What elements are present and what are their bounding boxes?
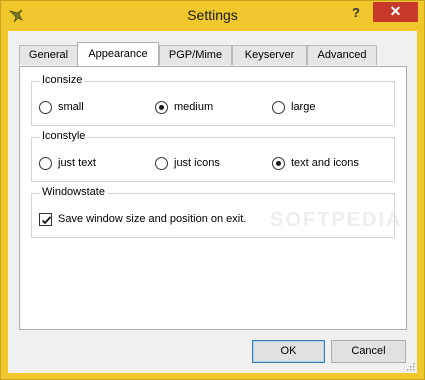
save-window-state-option[interactable]: Save window size and position on exit.	[39, 211, 246, 227]
cancel-button[interactable]: Cancel	[331, 340, 406, 363]
title-bar[interactable]: Settings ? ✕	[1, 1, 424, 31]
resize-grip-icon[interactable]	[405, 361, 415, 371]
iconstyle-group-label: Iconstyle	[40, 130, 88, 142]
dialog-client-area: General Appearance PGP/Mime Keyserver Ad…	[8, 31, 417, 373]
iconstyle-just-text-option[interactable]: just text	[39, 155, 96, 171]
iconsize-large-option[interactable]: large	[272, 99, 315, 115]
tab-keyserver[interactable]: Keyserver	[232, 45, 307, 65]
tab-appearance[interactable]: Appearance	[77, 42, 159, 66]
option-label: just icons	[174, 157, 220, 169]
windowstate-group-label: Windowstate	[40, 186, 107, 198]
radio-button-selected[interactable]	[155, 100, 168, 114]
checkbox-checked[interactable]	[39, 212, 52, 226]
radio-button-selected[interactable]	[272, 156, 285, 170]
option-label: medium	[174, 101, 214, 113]
iconsize-small-option[interactable]: small	[39, 99, 84, 115]
iconsize-group-label: Iconsize	[40, 74, 85, 86]
settings-window: Settings ? ✕ General Appearance PGP/Mime…	[0, 0, 425, 380]
iconstyle-text-and-icons-option[interactable]: text and icons	[272, 155, 359, 171]
option-label: small	[58, 101, 84, 113]
option-label: Save window size and position on exit.	[58, 213, 247, 225]
radio-button[interactable]	[39, 156, 52, 170]
iconsize-medium-option[interactable]: medium	[155, 99, 213, 115]
windowstate-group: Windowstate Save window size and positio…	[31, 186, 395, 238]
help-button[interactable]: ?	[345, 4, 367, 22]
iconstyle-just-icons-option[interactable]: just icons	[155, 155, 220, 171]
appearance-panel: Iconsize small medium large Iconstyle ju…	[19, 66, 407, 330]
tab-general[interactable]: General	[19, 45, 78, 65]
option-label: large	[291, 101, 316, 113]
tab-pgp-mime[interactable]: PGP/Mime	[159, 45, 232, 65]
iconsize-group: Iconsize small medium large	[31, 74, 395, 126]
close-button[interactable]: ✕	[373, 2, 418, 22]
tab-advanced[interactable]: Advanced	[307, 45, 377, 65]
checkmark-icon	[41, 215, 52, 224]
ok-button[interactable]: OK	[252, 340, 325, 363]
radio-button[interactable]	[272, 100, 285, 114]
option-label: just text	[58, 157, 96, 169]
radio-button[interactable]	[155, 156, 168, 170]
radio-button[interactable]	[39, 100, 52, 114]
option-label: text and icons	[291, 157, 359, 169]
iconstyle-group: Iconstyle just text just icons text and …	[31, 130, 395, 182]
